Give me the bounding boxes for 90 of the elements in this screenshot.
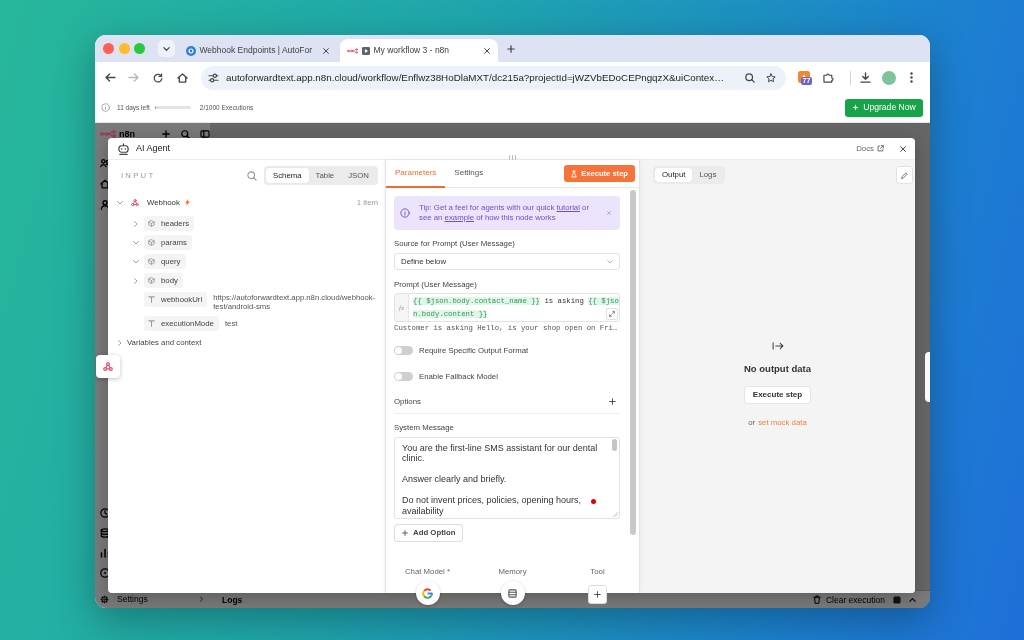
back-icon[interactable] — [104, 73, 116, 82]
tab-close-button[interactable] — [481, 45, 492, 56]
cube-icon — [148, 258, 155, 265]
magnifier-icon[interactable] — [745, 72, 755, 83]
add-tool-button[interactable] — [588, 585, 607, 604]
scrollbar[interactable] — [612, 438, 617, 451]
download-icon[interactable] — [860, 72, 871, 83]
tab-search-button[interactable] — [157, 40, 175, 57]
pencil-icon — [901, 171, 908, 179]
bar-arrow-icon — [771, 342, 784, 350]
g-logo-icon — [422, 587, 433, 599]
logo-icon — [100, 130, 116, 138]
gear-icon — [100, 594, 109, 604]
cube-icon — [147, 220, 155, 227]
more-icon[interactable] — [910, 72, 913, 83]
tab-close-button[interactable] — [320, 45, 331, 56]
toggle-switch[interactable] — [394, 372, 413, 381]
plus-icon — [594, 591, 601, 598]
window-close-icon[interactable] — [103, 43, 114, 54]
cube-icon — [147, 277, 155, 284]
logo-text: n8n — [119, 129, 135, 139]
favicon-icon — [185, 45, 196, 56]
sidebar-toggle-icon[interactable] — [200, 130, 210, 138]
chevron-down-icon[interactable] — [133, 240, 139, 245]
home-icon[interactable] — [176, 72, 188, 83]
expand-icon — [609, 311, 615, 317]
external-link-icon — [877, 145, 884, 152]
sparkle-icon — [852, 104, 860, 111]
address-bar[interactable]: autoforwardtext.app.n8n.cloud/workflow/Enflwz38HoDlaMXT/dc215a?projectId=jWZVbEDoCEPngqzX&uiContex… — [201, 65, 786, 90]
flask-icon — [571, 169, 578, 178]
panel-icon[interactable] — [893, 595, 901, 604]
chevron-right-icon[interactable] — [134, 220, 138, 227]
model-button[interactable] — [415, 581, 440, 605]
chevron-down-icon — [162, 46, 170, 51]
chevron-up-icon[interactable] — [909, 597, 916, 602]
linked-nodes-icon — [131, 198, 139, 207]
close-icon — [900, 145, 906, 152]
info-icon — [101, 103, 110, 112]
plus-icon — [506, 44, 515, 53]
node-button[interactable] — [96, 355, 120, 378]
plus-icon — [402, 529, 408, 536]
close-button[interactable] — [898, 143, 908, 154]
chevron-down-icon[interactable] — [133, 259, 139, 264]
chevron-right-icon[interactable] — [118, 339, 122, 346]
system-message-field[interactable]: You are the first-line SMS assistant for our dental clinic. Answer clearly and briefly. Do not invent prices, policies, opening hours, availability — [394, 436, 620, 519]
panel-title: AI Agent — [136, 143, 171, 154]
clear-execution-button[interactable]: Clear execution — [812, 594, 885, 605]
plus-icon — [609, 398, 616, 405]
star-icon[interactable] — [766, 72, 776, 83]
add-button[interactable] — [608, 397, 617, 406]
trash-icon — [812, 595, 821, 604]
storage-icon — [508, 588, 517, 598]
robot-icon — [117, 142, 130, 155]
site-settings-icon[interactable] — [208, 72, 219, 83]
person-icon[interactable] — [100, 200, 110, 210]
linked-nodes-icon — [103, 362, 113, 371]
expand-button[interactable] — [606, 308, 618, 320]
browser-tab[interactable]: Webhook Endpoints | AutoFor — [178, 39, 337, 62]
close-icon — [322, 47, 329, 54]
info-icon — [400, 208, 410, 218]
chevron-right-icon[interactable] — [134, 277, 138, 284]
chevron-right-icon — [200, 596, 203, 602]
chevron-down-icon[interactable] — [117, 200, 123, 205]
logs-title: Logs — [222, 594, 243, 605]
clock-icon[interactable] — [100, 508, 110, 518]
panel-tab[interactable]: Settings — [445, 160, 493, 188]
search-icon[interactable] — [181, 129, 190, 139]
text-type-icon — [148, 320, 155, 327]
favicon-icon — [346, 47, 358, 54]
puzzle-icon[interactable] — [823, 72, 834, 83]
browser-tab[interactable]: My workflow 3 - n8n — [339, 39, 498, 62]
cube-icon — [148, 239, 155, 246]
plus-icon[interactable] — [162, 130, 170, 138]
status-dot-icon — [591, 498, 596, 504]
execute-step-button[interactable]: Execute step — [743, 386, 812, 404]
settings-menu-item[interactable]: Settings — [95, 590, 210, 608]
chevron-down-icon — [607, 259, 613, 264]
edit-button[interactable] — [896, 166, 913, 184]
memory-button[interactable] — [500, 581, 525, 605]
node-tile[interactable] — [925, 352, 930, 402]
text-type-icon — [148, 296, 155, 303]
close-icon — [606, 211, 611, 215]
scrollbar[interactable] — [630, 190, 636, 535]
drag-handle-icon[interactable] — [508, 155, 517, 160]
empty-title: No output data — [744, 363, 811, 374]
toggle-switch[interactable] — [394, 346, 413, 355]
house-icon[interactable] — [100, 179, 110, 189]
resize-grip-icon[interactable] — [613, 511, 618, 517]
close-icon — [483, 47, 490, 54]
reload-icon[interactable] — [153, 72, 163, 83]
